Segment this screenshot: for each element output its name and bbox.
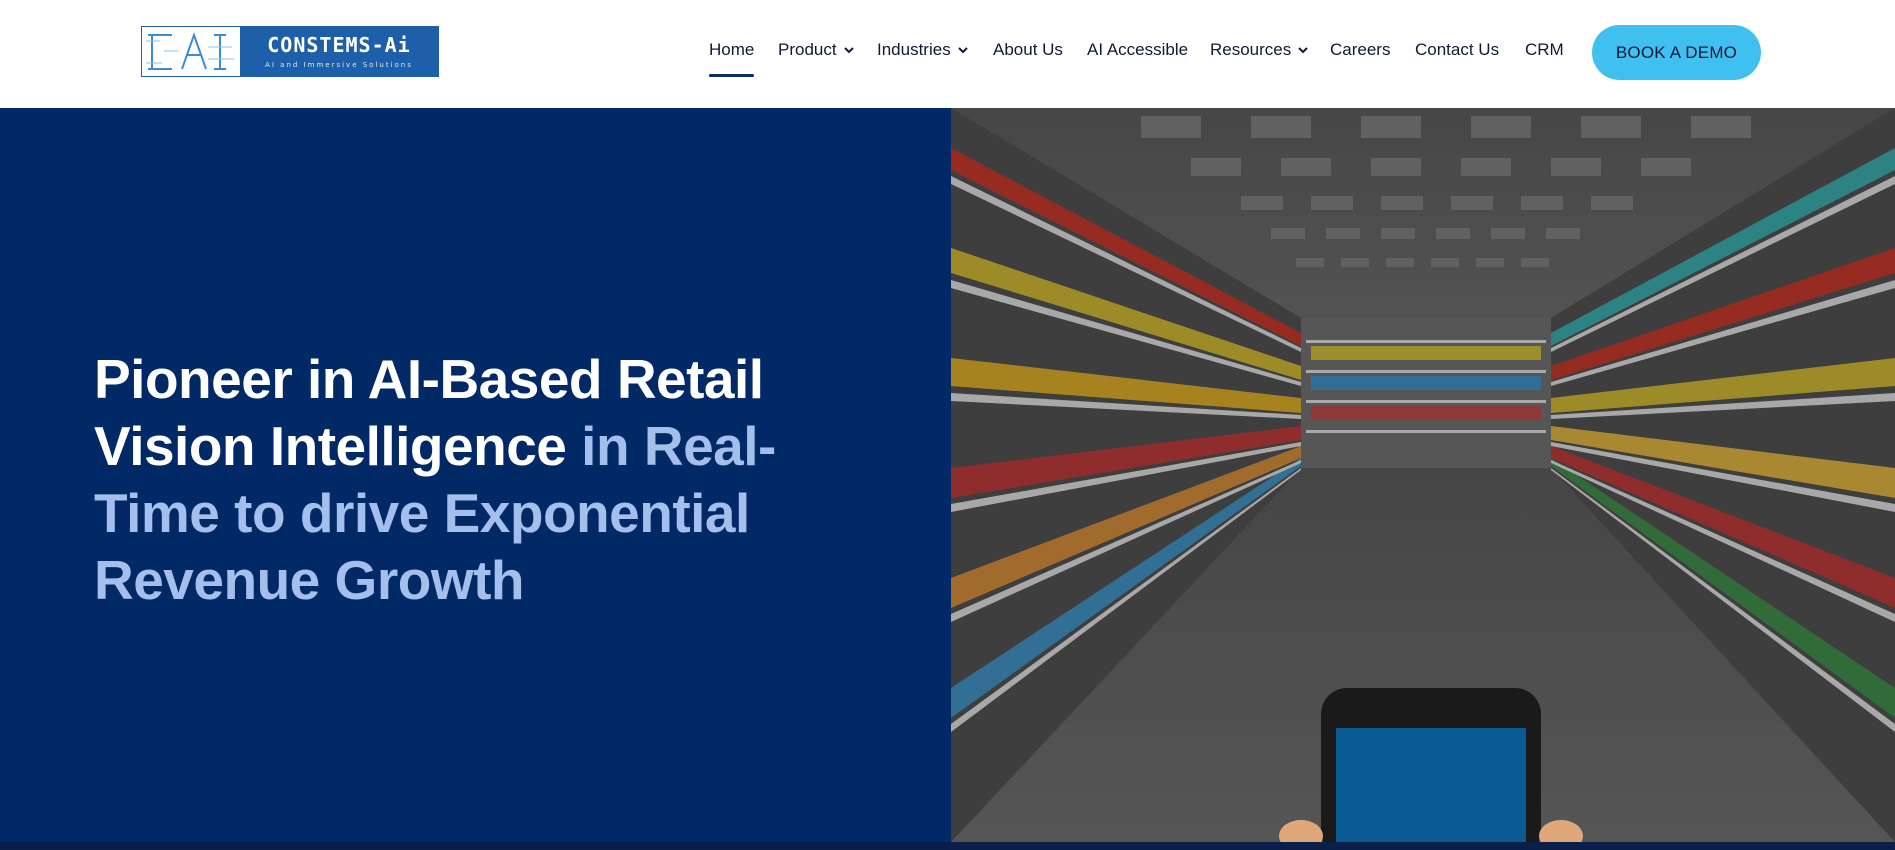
site-header: CAI CONSTEMS-Ai AI and Immersive Solutio…: [0, 0, 1895, 108]
hero-headline: Pioneer in AI-Based Retail Vision Intell…: [94, 346, 854, 614]
cai-logo-mark-icon: CAI: [142, 27, 240, 76]
logo-brand: CONSTEMS-Ai: [267, 32, 411, 57]
logo-tagline: AI and Immersive Solutions: [265, 60, 413, 69]
book-demo-button[interactable]: BOOK A DEMO: [1592, 25, 1761, 80]
nav-industries-label: Industries: [877, 40, 951, 59]
svg-text:CAI: CAI: [191, 71, 193, 74]
logo[interactable]: CAI CONSTEMS-Ai AI and Immersive Solutio…: [141, 26, 439, 77]
nav-resources[interactable]: Resources: [1210, 40, 1309, 60]
nav-industries[interactable]: Industries: [877, 40, 969, 60]
nav-careers-label: Careers: [1330, 40, 1391, 59]
nav-crm[interactable]: CRM: [1525, 40, 1564, 60]
section-divider: [0, 842, 1895, 850]
nav-about-us[interactable]: About Us: [993, 40, 1063, 60]
logo-text: CONSTEMS-Ai AI and Immersive Solutions: [240, 27, 438, 76]
hero-text-panel: Pioneer in AI-Based Retail Vision Intell…: [0, 108, 951, 842]
chevron-down-icon: [1298, 47, 1308, 54]
nav-contact-us[interactable]: Contact Us: [1415, 40, 1499, 60]
nav-product[interactable]: Product: [778, 40, 855, 60]
nav-resources-label: Resources: [1210, 40, 1292, 59]
supermarket-aisle-illustration: [951, 108, 1895, 842]
hero-image: [951, 108, 1895, 842]
nav-careers[interactable]: Careers: [1330, 40, 1390, 60]
nav-ai-accessible[interactable]: AI Accessible: [1087, 40, 1188, 60]
nav-home[interactable]: Home: [709, 40, 755, 77]
nav-contact-us-label: Contact Us: [1415, 40, 1500, 59]
smartphone-icon: [1279, 688, 1583, 842]
nav-ai-accessible-label: AI Accessible: [1087, 40, 1189, 59]
nav-home-label: Home: [709, 40, 755, 59]
nav-crm-label: CRM: [1525, 40, 1564, 59]
nav-product-label: Product: [778, 40, 837, 59]
chevron-down-icon: [957, 47, 968, 54]
chevron-down-icon: [843, 47, 854, 54]
nav-about-us-label: About Us: [993, 40, 1063, 59]
